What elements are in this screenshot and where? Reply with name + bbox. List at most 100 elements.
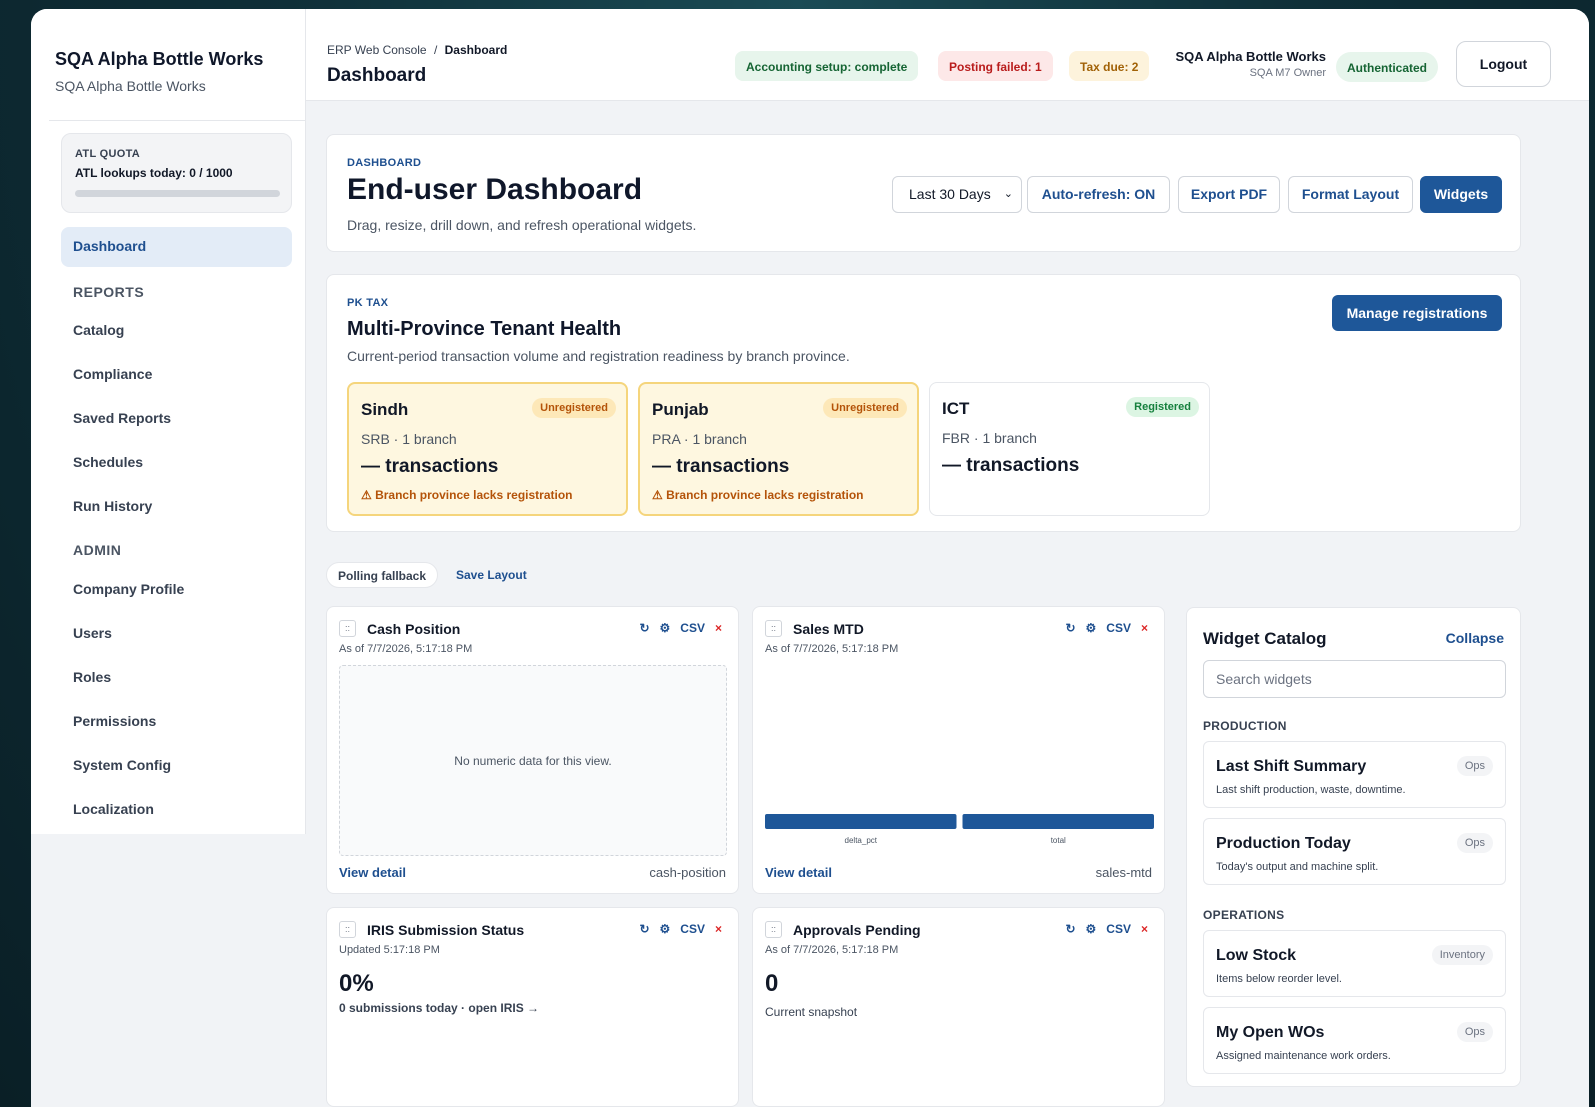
date-range-select[interactable]: Last 30 Days ⌄ xyxy=(892,176,1022,213)
sidebar-item-compliance[interactable]: Compliance xyxy=(73,366,152,382)
widget-search-input[interactable] xyxy=(1203,660,1506,698)
widget-sales-mtd: :: Sales MTD As of 7/7/2026, 5:17:18 PM … xyxy=(752,606,1165,894)
sidebar: SQA Alpha Bottle Works SQA Alpha Bottle … xyxy=(31,9,306,834)
province-authority: SRB · 1 branch xyxy=(361,431,457,447)
widget-timestamp: As of 7/7/2026, 5:17:18 PM xyxy=(339,643,473,655)
widget-approvals-pending: :: Approvals Pending As of 7/7/2026, 5:1… xyxy=(752,907,1165,1107)
refresh-icon[interactable]: ↻ xyxy=(639,621,649,635)
open-iris-link[interactable]: 0 submissions today · open IRIS → xyxy=(339,1001,539,1015)
drag-handle-icon[interactable]: :: xyxy=(765,921,782,938)
drag-handle-icon[interactable]: :: xyxy=(339,921,356,938)
csv-button[interactable]: CSV xyxy=(1106,922,1131,936)
view-detail-link[interactable]: View detail xyxy=(339,865,406,880)
province-transactions: — transactions xyxy=(942,455,1080,476)
sidebar-divider xyxy=(49,120,306,121)
iris-percentage: 0% xyxy=(339,970,374,997)
empty-state: No numeric data for this view. xyxy=(339,665,727,856)
auto-refresh-button[interactable]: Auto-refresh: ON xyxy=(1027,176,1170,213)
save-layout-link[interactable]: Save Layout xyxy=(456,568,527,582)
quota-title: ATL QUOTA xyxy=(75,148,141,160)
dashboard-title: End-user Dashboard xyxy=(347,173,643,206)
remove-icon[interactable]: × xyxy=(715,922,722,936)
catalog-item-badge: Ops xyxy=(1456,833,1493,853)
province-card-ict[interactable]: ICT Registered FBR · 1 branch — transact… xyxy=(929,382,1210,516)
catalog-title: Widget Catalog xyxy=(1203,629,1327,648)
registration-status-badge: Registered xyxy=(1126,397,1199,417)
catalog-item-badge: Ops xyxy=(1456,1022,1493,1042)
posting-failed-badge[interactable]: Posting failed: 1 xyxy=(938,51,1053,81)
province-name: Sindh xyxy=(361,400,409,419)
collapse-button[interactable]: Collapse xyxy=(1446,630,1504,646)
catalog-item-last-shift-summary[interactable]: Last Shift Summary Last shift production… xyxy=(1203,741,1506,808)
widget-key: sales-mtd xyxy=(1095,865,1152,880)
sidebar-item-roles[interactable]: Roles xyxy=(73,669,111,685)
auth-status-badge: Authenticated xyxy=(1336,52,1439,82)
bar-total[interactable] xyxy=(962,814,1155,829)
accounting-status-badge[interactable]: Accounting setup: complete xyxy=(735,51,919,81)
settings-icon[interactable]: ⚙ xyxy=(660,922,671,936)
remove-icon[interactable]: × xyxy=(1141,922,1148,936)
drag-handle-icon[interactable]: :: xyxy=(765,620,782,637)
refresh-icon[interactable]: ↻ xyxy=(639,922,649,936)
format-layout-button[interactable]: Format Layout xyxy=(1288,176,1413,213)
catalog-item-production-today[interactable]: Production Today Today's output and mach… xyxy=(1203,818,1506,885)
logout-button[interactable]: Logout xyxy=(1456,41,1551,87)
remove-icon[interactable]: × xyxy=(715,621,722,635)
sidebar-item-system-config[interactable]: System Config xyxy=(73,757,171,773)
refresh-icon[interactable]: ↻ xyxy=(1065,922,1075,936)
manage-registrations-button[interactable]: Manage registrations xyxy=(1332,295,1502,331)
settings-icon[interactable]: ⚙ xyxy=(1086,621,1097,635)
sidebar-item-dashboard[interactable]: Dashboard xyxy=(61,227,292,267)
catalog-item-my-open-wos[interactable]: My Open WOs Assigned maintenance work or… xyxy=(1203,1007,1506,1074)
export-pdf-button[interactable]: Export PDF xyxy=(1178,176,1280,213)
csv-button[interactable]: CSV xyxy=(1106,621,1131,635)
catalog-item-low-stock[interactable]: Low Stock Items below reorder level. Inv… xyxy=(1203,930,1506,997)
tax-due-badge[interactable]: Tax due: 2 xyxy=(1069,51,1150,81)
csv-button[interactable]: CSV xyxy=(680,621,705,635)
sidebar-item-catalog[interactable]: Catalog xyxy=(73,322,124,338)
csv-button[interactable]: CSV xyxy=(680,922,705,936)
sidebar-item-schedules[interactable]: Schedules xyxy=(73,454,143,470)
sidebar-item-localization[interactable]: Localization xyxy=(73,801,154,817)
sidebar-item-company-profile[interactable]: Company Profile xyxy=(73,581,184,597)
user-role: SQA M7 Owner xyxy=(1249,67,1326,79)
sidebar-heading-admin: ADMIN xyxy=(73,542,122,558)
widget-iris-submission-status: :: IRIS Submission Status Updated 5:17:1… xyxy=(326,907,739,1107)
province-card-sindh[interactable]: Sindh Unregistered SRB · 1 branch — tran… xyxy=(347,382,628,516)
sidebar-item-run-history[interactable]: Run History xyxy=(73,498,152,514)
settings-icon[interactable]: ⚙ xyxy=(660,621,671,635)
date-range-value: Last 30 Days xyxy=(909,186,991,202)
widgets-button[interactable]: Widgets xyxy=(1420,176,1502,213)
bar-delta_pct[interactable] xyxy=(765,814,957,829)
sidebar-item-permissions[interactable]: Permissions xyxy=(73,713,156,729)
view-detail-link[interactable]: View detail xyxy=(765,865,832,880)
catalog-item-description: Items below reorder level. xyxy=(1216,973,1342,985)
breadcrumb-current: Dashboard xyxy=(444,43,508,57)
breadcrumb-root[interactable]: ERP Web Console xyxy=(327,43,427,57)
widget-catalog: Widget Catalog Collapse PRODUCTION Last … xyxy=(1186,607,1521,1087)
brand: SQA Alpha Bottle Works SQA Alpha Bottle … xyxy=(55,49,263,94)
registration-status-badge: Unregistered xyxy=(532,398,616,418)
catalog-item-name: Low Stock xyxy=(1216,947,1297,964)
drag-handle-icon[interactable]: :: xyxy=(339,620,356,637)
catalog-item-description: Last shift production, waste, downtime. xyxy=(1216,784,1406,796)
user-info: SQA Alpha Bottle Works SQA M7 Owner xyxy=(1151,49,1326,79)
brand-subtitle: SQA Alpha Bottle Works xyxy=(55,78,206,94)
province-authority: FBR · 1 branch xyxy=(942,430,1037,446)
sidebar-item-users[interactable]: Users xyxy=(73,625,112,641)
widget-actions: ↻ ⚙ CSV × xyxy=(629,922,722,936)
snapshot-note: Current snapshot xyxy=(765,1005,858,1019)
catalog-item-name: My Open WOs xyxy=(1216,1024,1325,1041)
sidebar-item-saved-reports[interactable]: Saved Reports xyxy=(73,410,171,426)
province-card-punjab[interactable]: Punjab Unregistered PRA · 1 branch — tra… xyxy=(638,382,919,516)
remove-icon[interactable]: × xyxy=(1141,621,1148,635)
catalog-item-name: Last Shift Summary xyxy=(1216,758,1367,775)
polling-fallback-badge: Polling fallback xyxy=(326,562,439,588)
top-bar: ERP Web Console / Dashboard Dashboard Ac… xyxy=(306,9,1589,101)
settings-icon[interactable]: ⚙ xyxy=(1086,922,1097,936)
refresh-icon[interactable]: ↻ xyxy=(1065,621,1075,635)
dashboard-description: Drag, resize, drill down, and refresh op… xyxy=(347,217,697,233)
atl-quota-card: ATL QUOTA ATL lookups today: 0 / 1000 xyxy=(61,133,292,213)
widget-key: cash-position xyxy=(649,865,726,880)
catalog-item-description: Today's output and machine split. xyxy=(1216,861,1379,873)
